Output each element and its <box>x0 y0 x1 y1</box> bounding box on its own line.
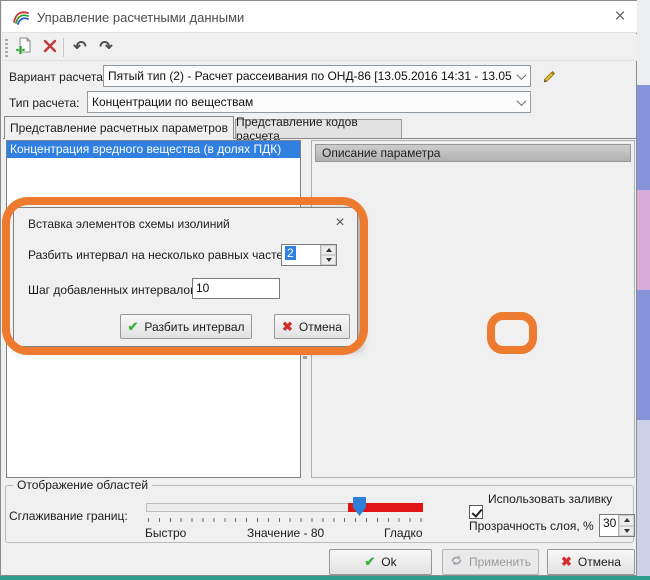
pencil-icon <box>541 70 556 87</box>
delete-record-button[interactable] <box>39 37 61 59</box>
triangle-down-icon <box>624 529 630 533</box>
check-icon: ✔ <box>127 319 138 335</box>
parameter-list-item[interactable]: Концентрация вредного вещества (в долях … <box>7 141 300 158</box>
variant-select[interactable]: Пятый тип (2) - Расчет рассеивания по ОН… <box>103 65 531 87</box>
areas-group-title: Отображение областей <box>13 478 152 492</box>
undo-icon: ↶ <box>73 40 86 56</box>
triangle-up-icon <box>326 248 332 252</box>
variant-value: Пятый тип (2) - Расчет рассеивания по ОН… <box>104 69 512 83</box>
ok-button[interactable]: ✔ Ok <box>329 549 432 575</box>
x-icon: ✖ <box>561 554 572 570</box>
spinner-up-button[interactable] <box>321 245 336 255</box>
calc-type-value: Концентрации по веществам <box>88 95 512 109</box>
slider-ticks <box>148 518 422 522</box>
ok-label: Ok <box>381 555 396 569</box>
slider-label-value: Значение - 80 <box>247 526 324 540</box>
step-input[interactable]: 10 <box>192 278 280 299</box>
dialog-cancel-label: Отмена <box>299 320 342 334</box>
chevron-down-icon <box>516 70 526 80</box>
app-logo-icon <box>11 9 31 25</box>
cancel-button[interactable]: ✖ Отмена <box>547 549 635 575</box>
spinner-up-button[interactable] <box>619 515 634 526</box>
cancel-label: Отмена <box>578 555 621 569</box>
slider-label-fast: Быстро <box>145 526 186 540</box>
background-map-strip <box>637 0 650 576</box>
window-title: Управление расчетными данными <box>37 10 244 25</box>
tab-calc-codes[interactable]: Представление кодов расчета <box>235 119 402 138</box>
chevron-down-icon <box>516 96 526 106</box>
split-interval-label: Разбить интервал <box>144 320 244 334</box>
variant-label: Вариант расчета: <box>9 70 106 84</box>
tab-label: Представление расчетных параметров <box>10 121 228 135</box>
apply-label: Применить <box>469 555 531 569</box>
variant-dropdown-arrow[interactable] <box>512 66 530 86</box>
slider-label-smooth: Гладко <box>384 526 423 540</box>
apply-button[interactable]: Применить <box>442 549 539 575</box>
splitter-handle[interactable] <box>303 348 307 351</box>
use-fill-label: Использовать заливку <box>488 492 612 506</box>
new-document-icon <box>15 37 33 60</box>
x-icon: ✖ <box>282 319 293 335</box>
opacity-spinner[interactable]: 30 <box>599 514 635 537</box>
background-map-light <box>637 420 650 576</box>
screen: Управление расчетными данными × <box>0 0 650 580</box>
opacity-label: Прозрачность слоя, % <box>469 519 594 533</box>
panel-header: Описание параметра <box>315 144 631 162</box>
refresh-icon <box>450 554 463 570</box>
window-close-button[interactable]: × <box>607 4 633 30</box>
dialog-cancel-button[interactable]: ✖ Отмена <box>274 314 350 339</box>
split-interval-button[interactable]: ✔ Разбить интервал <box>120 314 252 339</box>
delete-x-icon <box>42 38 58 59</box>
spinner-down-button[interactable] <box>321 255 336 265</box>
background-map-blue2 <box>637 290 650 420</box>
parameter-description-panel <box>311 140 635 478</box>
redo-icon: ↷ <box>99 40 112 56</box>
calc-type-dropdown-arrow[interactable] <box>512 92 530 112</box>
calc-type-label: Тип расчета: <box>9 96 79 110</box>
redo-button[interactable]: ↷ <box>95 37 117 59</box>
insert-elements-dialog: Вставка элементов схемы изолиний × Разби… <box>13 207 358 347</box>
use-fill-checkbox[interactable] <box>469 505 483 519</box>
spinner-down-button[interactable] <box>619 526 634 537</box>
background-taskbar-strip <box>0 576 650 580</box>
dialog-title: Вставка элементов схемы изолиний <box>28 217 230 231</box>
main-window: Управление расчетными данными × <box>0 0 637 576</box>
tab-calc-params[interactable]: Представление расчетных параметров <box>4 116 234 139</box>
toolbar-grip <box>5 39 8 57</box>
step-label: Шаг добавленных интервалов: <box>28 283 200 297</box>
background-map-pink <box>637 190 650 290</box>
edit-variant-button[interactable] <box>541 68 556 88</box>
undo-button[interactable]: ↶ <box>69 37 91 59</box>
add-record-button[interactable] <box>13 37 35 59</box>
opacity-value: 30 <box>600 515 618 536</box>
split-count-label: Разбить интервал на несколько равных час… <box>28 248 293 262</box>
background-map-blue <box>637 85 650 190</box>
check-icon: ✔ <box>364 554 375 570</box>
calc-type-select[interactable]: Концентрации по веществам <box>87 91 531 113</box>
toolbar-separator <box>63 38 64 57</box>
split-count-value: 2 <box>285 246 296 260</box>
splitter-handle[interactable] <box>303 356 307 359</box>
smoothing-label: Сглаживание границ: <box>9 509 128 523</box>
dialog-close-button[interactable]: × <box>328 212 352 234</box>
triangle-up-icon <box>624 518 630 522</box>
split-count-spinner[interactable]: 2 <box>281 244 337 266</box>
triangle-down-icon <box>326 258 332 262</box>
